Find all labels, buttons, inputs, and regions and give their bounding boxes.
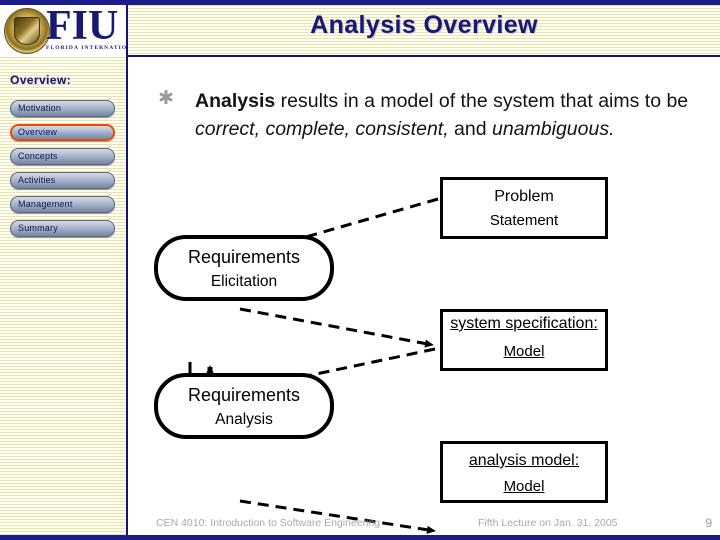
node-line-2: Statement: [489, 212, 559, 229]
page-title: Analysis Overview: [310, 11, 538, 39]
fiu-seal-icon: [4, 8, 50, 54]
sidebar-item-summary[interactable]: Summary: [10, 220, 115, 237]
sidebar-heading: Overview:: [10, 73, 71, 87]
sidebar-item-label: Management: [18, 199, 73, 209]
sidebar-nav: Overview: Motivation Overview Concepts A…: [0, 57, 128, 535]
sidebar-item-label: Motivation: [18, 103, 62, 113]
node-line-1: Requirements: [187, 385, 301, 405]
node-line-1: Requirements: [187, 247, 301, 267]
node-line-1: system specification:: [450, 315, 598, 332]
node-line-1: Problem: [494, 188, 554, 205]
fiu-university-subtitle: FLORIDA INTERNATIONAL UNIVERSITY: [46, 45, 128, 51]
node-requirements-analysis: Requirements Analysis: [154, 373, 334, 439]
analysis-workflow-diagram: Problem Statement Requirements Elicitati…: [130, 59, 720, 535]
slide-footer: CEN 4010: Introduction to Software Engin…: [130, 513, 720, 535]
node-problem-statement: Problem Statement: [440, 177, 608, 239]
sidebar-item-label: Overview: [18, 127, 58, 137]
node-line-2: Model: [503, 343, 545, 360]
sidebar-item-motivation[interactable]: Motivation: [10, 100, 115, 117]
fiu-wordmark: FIU: [46, 5, 119, 49]
sidebar-item-label: Concepts: [18, 151, 58, 161]
node-line-2: Analysis: [215, 411, 273, 428]
sidebar-item-label: Activities: [18, 175, 56, 185]
edge-elicitation-to-spec: [239, 307, 434, 348]
sidebar-item-activities[interactable]: Activities: [10, 172, 115, 189]
footer-page-number: 9: [705, 516, 712, 530]
footer-course: CEN 4010: Introduction to Software Engin…: [156, 517, 381, 529]
sidebar-item-overview[interactable]: Overview: [10, 124, 115, 141]
node-requirements-elicitation: Requirements Elicitation: [154, 235, 334, 301]
node-line-2: Model: [503, 478, 545, 495]
slide-canvas: Analysis Overview FIU FLORIDA INTERNATIO…: [0, 0, 720, 540]
footer-lecture: Fifth Lecture on Jan. 31, 2005: [478, 517, 618, 529]
node-line-1: analysis model:: [468, 452, 580, 469]
node-analysis-model: analysis model: Model: [440, 441, 608, 503]
slide-content: ✱ Analysis results in a model of the sys…: [130, 59, 720, 535]
sidebar-item-management[interactable]: Management: [10, 196, 115, 213]
sidebar-item-concepts[interactable]: Concepts: [10, 148, 115, 165]
node-line-2: Elicitation: [210, 273, 278, 290]
sidebar-item-label: Summary: [18, 223, 58, 233]
fiu-logo: FIU FLORIDA INTERNATIONAL UNIVERSITY: [0, 5, 128, 57]
